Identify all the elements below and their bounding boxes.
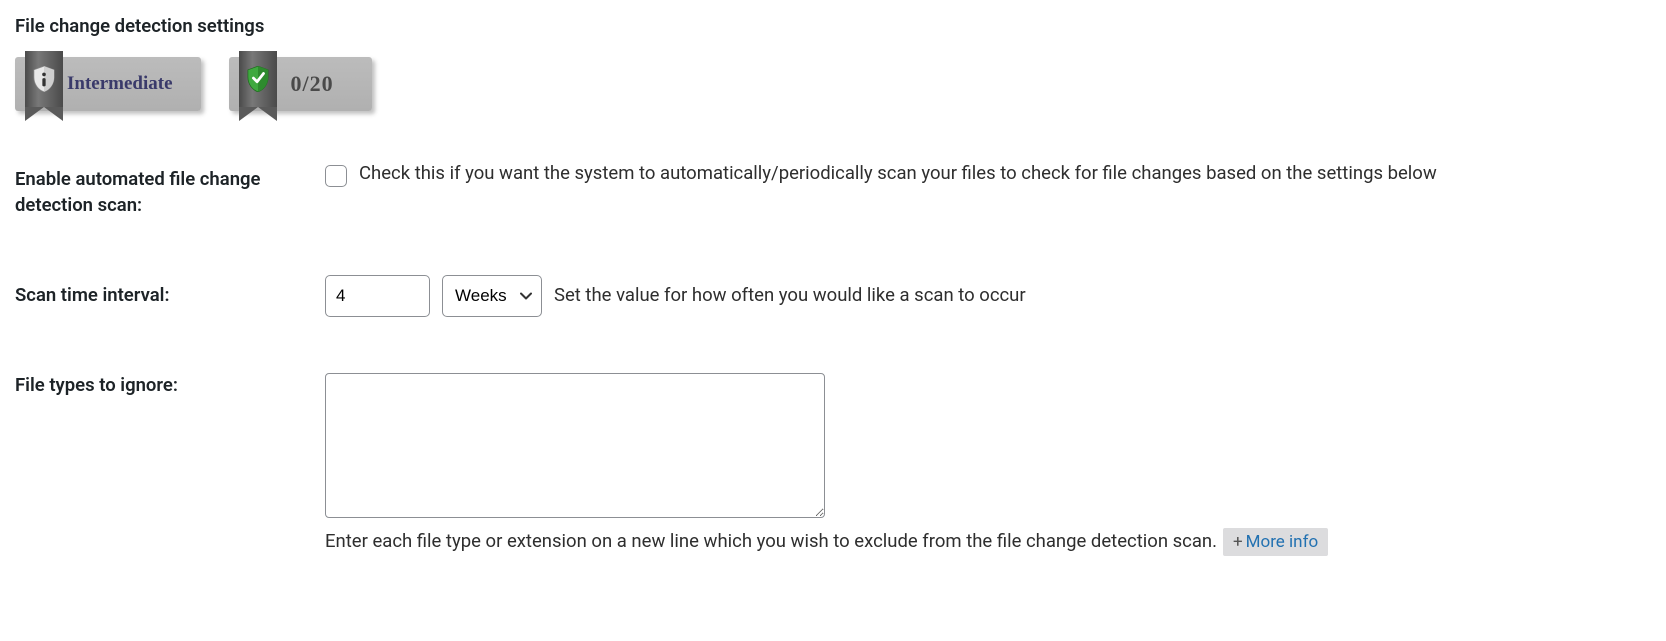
score-badge-value: 0/20 <box>281 71 344 97</box>
more-info-label: More info <box>1246 532 1319 552</box>
badges-row: Intermediate 0/20 <box>15 57 1651 111</box>
enable-scan-label: Enable automated file change detection s… <box>15 161 325 219</box>
score-ribbon <box>239 51 277 135</box>
section-title: File change detection settings <box>15 15 1651 37</box>
row-enable-scan: Enable automated file change detection s… <box>15 161 1651 219</box>
ignore-types-help: Enter each file type or extension on a n… <box>325 529 1217 555</box>
shield-check-icon <box>247 66 269 92</box>
enable-scan-help: Check this if you want the system to aut… <box>359 161 1437 187</box>
level-ribbon <box>25 51 63 135</box>
plus-icon: + <box>1233 532 1243 552</box>
level-badge-label: Intermediate <box>67 73 173 95</box>
scan-interval-help: Set the value for how often you would li… <box>554 283 1026 309</box>
score-badge: 0/20 <box>229 57 372 111</box>
more-info-toggle[interactable]: +More info <box>1223 528 1328 556</box>
ignore-types-label: File types to ignore: <box>15 373 325 399</box>
scan-interval-label: Scan time interval: <box>15 275 325 309</box>
level-badge: Intermediate <box>15 57 201 111</box>
ignore-types-textarea[interactable] <box>325 373 825 518</box>
scan-interval-unit-select[interactable]: Weeks <box>442 275 542 317</box>
scan-interval-input[interactable] <box>325 275 430 317</box>
row-ignore-types: File types to ignore: Enter each file ty… <box>15 373 1651 556</box>
row-scan-interval: Scan time interval: Weeks Set the value … <box>15 275 1651 317</box>
enable-scan-checkbox[interactable] <box>325 165 347 187</box>
shield-alert-icon <box>33 66 55 92</box>
